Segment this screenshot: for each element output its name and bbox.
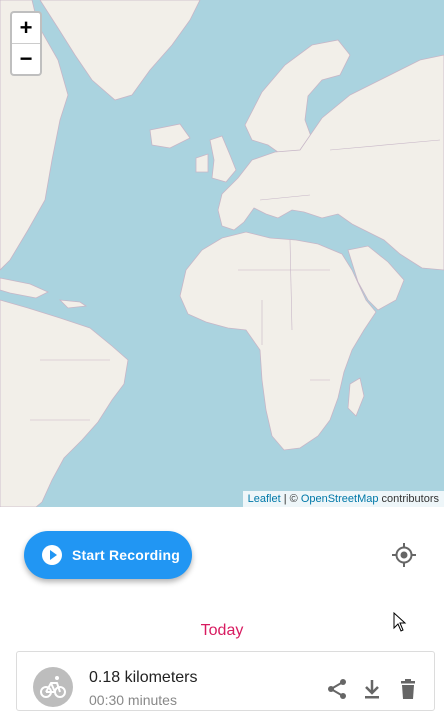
attribution-separator: | © xyxy=(280,493,301,505)
map-attribution: Leaflet | © OpenStreetMap contributors xyxy=(242,491,444,507)
zoom-out-button[interactable]: − xyxy=(12,43,40,74)
leaflet-link[interactable]: Leaflet xyxy=(248,493,281,505)
map-tiles xyxy=(0,0,444,507)
entry-duration: 00:30 minutes xyxy=(89,692,177,708)
day-header: Today xyxy=(200,622,244,639)
attribution-suffix: contributors xyxy=(378,493,439,505)
zoom-control: + − xyxy=(10,11,42,76)
start-recording-label: Start Recording xyxy=(72,547,181,563)
download-icon[interactable] xyxy=(360,677,384,701)
bicycle-icon xyxy=(40,676,66,698)
osm-link[interactable]: OpenStreetMap xyxy=(301,493,379,505)
zoom-in-button[interactable]: + xyxy=(12,13,40,43)
share-icon[interactable] xyxy=(325,677,349,701)
map[interactable]: + − Leaflet | © OpenStreetMap contributo… xyxy=(0,0,444,507)
delete-icon[interactable] xyxy=(396,677,420,701)
entry-distance: 0.18 kilometers xyxy=(89,669,198,686)
activity-avatar xyxy=(33,667,73,707)
mouse-cursor-icon xyxy=(393,612,407,632)
recording-entry[interactable]: 0.18 kilometers 00:30 minutes xyxy=(16,651,435,711)
play-circle-icon xyxy=(42,545,62,565)
start-recording-button[interactable]: Start Recording xyxy=(24,531,192,579)
my-location-icon[interactable] xyxy=(388,539,420,571)
